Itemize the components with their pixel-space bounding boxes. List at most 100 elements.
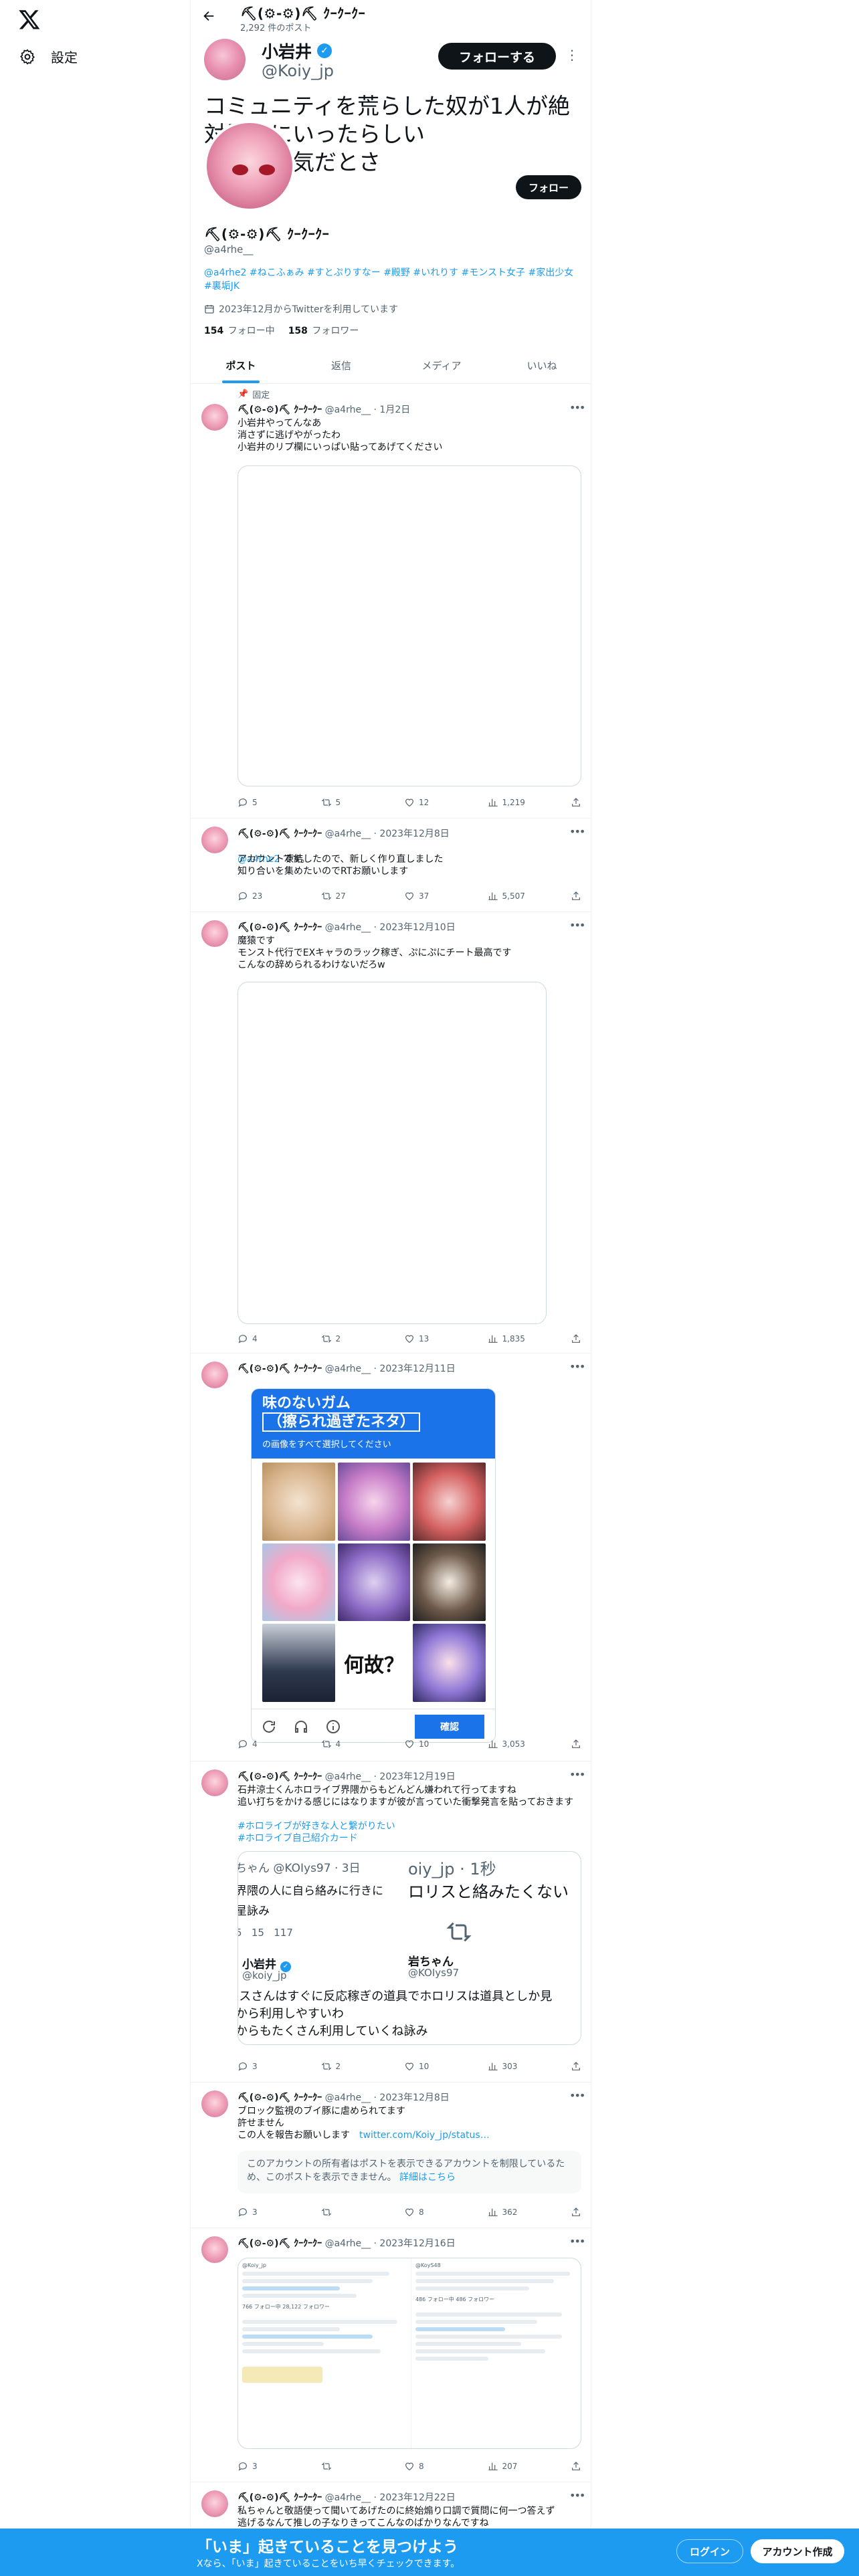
views-button[interactable]: 362 (488, 2206, 548, 2219)
hashtags[interactable]: #ホロライブが好きな人と繋がりたい #ホロライブ自己紹介カード (237, 1820, 581, 1844)
tweet-author-name[interactable]: ⛏(⚙-⚙)⛏ ｸｰｸｰｸｰ (237, 2492, 322, 2503)
tweet[interactable]: ⛏(⚙-⚙)⛏ ｸｰｸｰｸｰ @a4rhe__ · 2023年12月8日 •••… (191, 819, 591, 912)
tweet-author-name[interactable]: ⛏(⚙-⚙)⛏ ｸｰｸｰｸｰ (237, 1772, 322, 1782)
views-button[interactable]: 5,507 (488, 889, 548, 903)
share-button[interactable] (571, 889, 581, 903)
following-link[interactable]: 154 フォロー中 (204, 324, 275, 337)
overlay-follow-button[interactable]: フォローする (438, 43, 556, 70)
tweet[interactable]: ⛏(⚙-⚙)⛏ ｸｰｸｰｸｰ @a4rhe__ · 2023年12月8日 •••… (191, 2082, 591, 2228)
more-options-icon[interactable]: ••• (569, 1360, 585, 1373)
tweet[interactable]: 📌 固定 ⛏(⚙-⚙)⛏ ｸｰｸｰｸｰ @a4rhe__ · 1月2日 ••• … (191, 384, 591, 819)
more-options-icon[interactable]: ••• (569, 2489, 585, 2502)
more-options-icon[interactable]: ••• (569, 2235, 585, 2248)
like-button[interactable]: 10 (404, 1737, 464, 1751)
tweet-media[interactable] (237, 465, 581, 786)
share-button[interactable] (571, 796, 581, 809)
learn-more-link[interactable]: 詳細はこちら (399, 2172, 456, 2183)
like-button[interactable]: 8 (404, 2206, 464, 2219)
followers-link[interactable]: 158 フォロワー (288, 324, 359, 337)
reply-button[interactable]: 23 (237, 889, 298, 903)
like-button[interactable]: 10 (404, 2060, 464, 2073)
tweet-date[interactable]: · 2023年12月22日 (374, 2492, 456, 2503)
reply-button[interactable]: 4 (237, 1332, 298, 1346)
tweet[interactable]: ⛏(⚙-⚙)⛏ ｸｰｸｰｸｰ @a4rhe__ · 2023年12月19日 ••… (191, 1761, 591, 2082)
tweet-author-name[interactable]: ⛏(⚙-⚙)⛏ ｸｰｸｰｸｰ (237, 922, 322, 933)
avatar[interactable] (201, 2236, 228, 2263)
tab-likes[interactable]: いいね (492, 348, 591, 383)
views-button[interactable]: 3,053 (488, 1737, 548, 1751)
reply-button[interactable]: 3 (237, 2460, 298, 2473)
reply-button[interactable]: 3 (237, 2206, 298, 2219)
overlay-avatar[interactable] (204, 39, 246, 80)
more-options-icon[interactable]: ⋮ (565, 47, 579, 63)
tweet-author-name[interactable]: ⛏(⚙-⚙)⛏ ｸｰｸｰｸｰ (237, 829, 322, 839)
reply-button[interactable]: 4 (237, 1737, 298, 1751)
tab-replies[interactable]: 返信 (291, 348, 391, 383)
avatar[interactable] (201, 920, 228, 947)
follow-button[interactable]: フォロー (516, 175, 581, 199)
tab-media[interactable]: メディア (391, 348, 492, 383)
share-button[interactable] (571, 2206, 581, 2219)
tweet-date[interactable]: · 2023年12月10日 (374, 922, 456, 933)
repost-button[interactable]: 4 (321, 1737, 381, 1751)
like-button[interactable]: 37 (404, 889, 464, 903)
share-button[interactable] (571, 2460, 581, 2473)
tweet-author-name[interactable]: ⛏(⚙-⚙)⛏ ｸｰｸｰｸｰ (237, 405, 322, 415)
repost-button[interactable] (321, 2206, 381, 2219)
tab-posts[interactable]: ポスト (191, 348, 291, 383)
tweet[interactable]: ⛏(⚙-⚙)⛏ ｸｰｸｰｸｰ @a4rhe__ · 2023年12月16日 ••… (191, 2228, 591, 2482)
profile-avatar[interactable] (204, 120, 295, 211)
repost-button[interactable] (321, 2460, 381, 2473)
more-options-icon[interactable]: ••• (569, 401, 585, 414)
tweet-date[interactable]: · 2023年12月8日 (374, 2092, 450, 2103)
avatar[interactable] (201, 404, 228, 431)
back-arrow-icon[interactable] (201, 9, 216, 23)
tweet-date[interactable]: · 2023年12月11日 (374, 1364, 456, 1374)
tweet-date[interactable]: · 2023年12月19日 (374, 1772, 456, 1782)
nav-settings[interactable]: 設定 (19, 47, 78, 66)
tweet-date[interactable]: · 2023年12月8日 (374, 829, 450, 839)
more-options-icon[interactable]: ••• (569, 825, 585, 838)
views-button[interactable]: 303 (488, 2060, 548, 2073)
avatar[interactable] (201, 2490, 228, 2517)
login-button[interactable]: ログイン (676, 2539, 743, 2563)
views-button[interactable]: 1,219 (488, 796, 548, 809)
avatar[interactable] (201, 1362, 228, 1388)
tweet-author-name[interactable]: ⛏(⚙-⚙)⛏ ｸｰｸｰｸｰ (237, 1364, 322, 1374)
tweet-media[interactable]: @Koiy_jp 766 フォロー中 28,122 フォロワー @KoyS48 … (237, 2258, 581, 2449)
tweet-date[interactable]: · 2023年12月16日 (374, 2238, 456, 2249)
reply-button[interactable]: 5 (237, 796, 298, 809)
tweet-media[interactable] (237, 982, 547, 1324)
tweet-media[interactable]: ちゃん @KOIys97 · 3日 oiy_jp · 1秒 界隈の人に自ら絡みに… (237, 1851, 581, 2045)
repost-button[interactable]: 2 (321, 2060, 381, 2073)
share-button[interactable] (571, 2060, 581, 2073)
tweet-date[interactable]: · 1月2日 (374, 405, 411, 415)
like-button[interactable]: 8 (404, 2460, 464, 2473)
more-options-icon[interactable]: ••• (569, 1768, 585, 1781)
x-logo-icon[interactable] (18, 8, 41, 31)
more-options-icon[interactable]: ••• (569, 919, 585, 932)
captcha-image[interactable]: 味のないガム （擦られ過ぎたネタ） の画像をすべて選択してください 何故？ 確認 (251, 1388, 496, 1743)
views-button[interactable]: 207 (488, 2460, 548, 2473)
more-options-icon[interactable]: ••• (569, 2089, 585, 2102)
tweet-author-name[interactable]: ⛏(⚙-⚙)⛏ ｸｰｸｰｸｰ (237, 2092, 322, 2103)
tweet[interactable]: ⛏(⚙-⚙)⛏ ｸｰｸｰｸｰ @a4rhe__ · 2023年12月10日 ••… (191, 912, 591, 1354)
reply-button[interactable]: 3 (237, 2060, 298, 2073)
avatar[interactable] (201, 1769, 228, 1796)
tweet[interactable]: ⛏(⚙-⚙)⛏ ｸｰｸｰｸｰ @a4rhe__ · 2023年12月11日 ••… (191, 1354, 591, 1761)
share-button[interactable] (571, 1737, 581, 1751)
avatar[interactable] (201, 827, 228, 853)
signup-button[interactable]: アカウント作成 (751, 2539, 844, 2563)
repost-button[interactable]: 2 (321, 1332, 381, 1346)
repost-button[interactable]: 5 (321, 796, 381, 809)
avatar[interactable] (201, 2090, 228, 2117)
like-button[interactable]: 13 (404, 1332, 464, 1346)
like-button[interactable]: 12 (404, 796, 464, 809)
tweet-link[interactable]: twitter.com/Koiy_jp/status… (359, 2129, 580, 2141)
repost-button[interactable]: 27 (321, 889, 381, 903)
views-button[interactable]: 1,835 (488, 1332, 548, 1346)
share-button[interactable] (571, 1332, 581, 1346)
profile-bio[interactable]: @a4rhe2 #ねこふぁみ #すとぷりすなー #殿野 #いれりす #モンスト女… (204, 266, 579, 293)
tweet-author-name[interactable]: ⛏(⚙-⚙)⛏ ｸｰｸｰｸｰ (237, 2238, 322, 2249)
reply-icon (238, 1740, 247, 1749)
